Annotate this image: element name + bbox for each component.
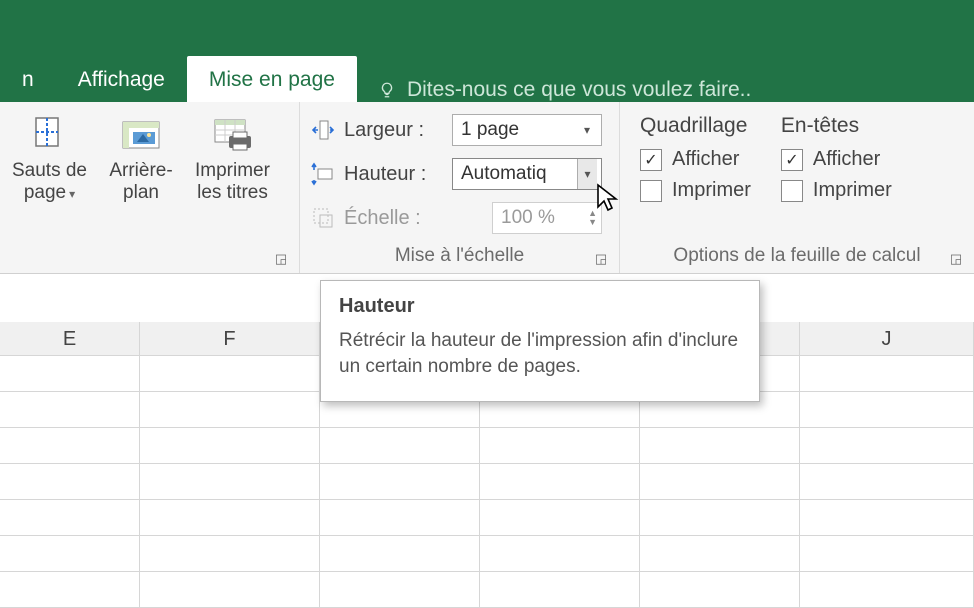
- gridlines-show-label: Afficher: [672, 148, 739, 171]
- tell-me-text: Dites-nous ce que vous voulez faire..: [407, 78, 751, 102]
- print-titles-icon: [211, 112, 253, 156]
- breaks-icon: [30, 112, 70, 156]
- checkbox-checked-icon: ✓: [640, 149, 662, 171]
- tooltip-title: Hauteur: [339, 295, 741, 318]
- titles-label-1: Imprimer: [195, 160, 270, 181]
- headings-show-checkbox[interactable]: ✓ Afficher: [781, 148, 892, 171]
- headings-print-label: Imprimer: [813, 179, 892, 202]
- print-titles-button[interactable]: Imprimerles titres: [189, 108, 276, 208]
- lightbulb-icon: [377, 80, 397, 100]
- headings-show-label: Afficher: [813, 148, 880, 171]
- tab-affichage[interactable]: Affichage: [56, 56, 187, 102]
- group-sheet-options: Quadrillage ✓ Afficher Imprimer En-têtes…: [620, 102, 974, 273]
- height-combo[interactable]: Automatiq ▾: [452, 158, 602, 190]
- background-icon: [119, 112, 163, 156]
- height-value: Automatiq: [461, 163, 547, 185]
- titles-label-2: les titres: [197, 182, 268, 203]
- ribbon: Sauts depage▾ Arrière-plan: [0, 102, 974, 274]
- checkbox-unchecked-icon: [640, 180, 662, 202]
- page-setup-launcher-icon[interactable]: ◲: [273, 251, 289, 267]
- spinner-arrows-icon: ▲▼: [588, 209, 597, 227]
- width-value: 1 page: [461, 119, 519, 141]
- headings-column: En-têtes ✓ Afficher Imprimer: [781, 114, 892, 202]
- scale-spinner[interactable]: 100 % ▲▼: [492, 202, 602, 234]
- group-page-setup-label: ◲: [6, 241, 293, 273]
- width-combo[interactable]: 1 page ▾: [452, 114, 602, 146]
- sheet-launcher-icon[interactable]: ◲: [948, 251, 964, 267]
- tab-mise-en-page[interactable]: Mise en page: [187, 56, 357, 102]
- chevron-down-icon: ▾: [577, 159, 597, 189]
- scale-launcher-icon[interactable]: ◲: [593, 251, 609, 267]
- width-label: Largeur :: [344, 119, 444, 142]
- scale-pct-label: Échelle :: [344, 207, 444, 230]
- chevron-down-icon: ▾: [577, 123, 597, 137]
- col-head-f[interactable]: F: [140, 322, 320, 355]
- checkbox-unchecked-icon: [781, 180, 803, 202]
- gridlines-print-checkbox[interactable]: Imprimer: [640, 179, 751, 202]
- gridlines-column: Quadrillage ✓ Afficher Imprimer: [640, 114, 751, 202]
- ribbon-tabs: n Affichage Mise en page Dites-nous ce q…: [0, 48, 974, 102]
- tell-me-box[interactable]: Dites-nous ce que vous voulez faire..: [357, 78, 751, 102]
- title-bar: [0, 0, 974, 48]
- width-icon: [310, 117, 336, 143]
- tab-prev-partial[interactable]: n: [0, 56, 56, 102]
- headings-print-checkbox[interactable]: Imprimer: [781, 179, 892, 202]
- col-head-e[interactable]: E: [0, 322, 140, 355]
- headings-head: En-têtes: [781, 114, 892, 138]
- chevron-down-icon: ▾: [69, 187, 75, 201]
- group-scale-label: Mise à l'échelle ◲: [306, 241, 613, 273]
- gridlines-print-label: Imprimer: [672, 179, 751, 202]
- tooltip-hauteur: Hauteur Rétrécir la hauteur de l'impress…: [320, 280, 760, 402]
- scale-icon: [310, 205, 336, 231]
- checkbox-checked-icon: ✓: [781, 149, 803, 171]
- gridlines-show-checkbox[interactable]: ✓ Afficher: [640, 148, 751, 171]
- height-label: Hauteur :: [344, 163, 444, 186]
- bg-label-1: Arrière-: [109, 160, 172, 181]
- col-head-j[interactable]: J: [800, 322, 974, 355]
- background-button[interactable]: Arrière-plan: [99, 108, 183, 208]
- tooltip-body: Rétrécir la hauteur de l'impression afin…: [339, 328, 741, 379]
- bg-label-2: plan: [123, 182, 159, 203]
- breaks-button[interactable]: Sauts depage▾: [6, 108, 93, 208]
- breaks-label-1: Sauts de: [12, 160, 87, 181]
- scale-value: 100 %: [501, 207, 555, 229]
- gridlines-head: Quadrillage: [640, 114, 751, 138]
- group-sheet-label: Options de la feuille de calcul ◲: [626, 241, 968, 273]
- height-icon: [310, 161, 336, 187]
- breaks-label-2: page: [24, 182, 66, 203]
- group-page-setup: Sauts depage▾ Arrière-plan: [0, 102, 300, 273]
- group-scale-to-fit: Largeur : 1 page ▾ Hauteur : Automatiq ▾: [300, 102, 620, 273]
